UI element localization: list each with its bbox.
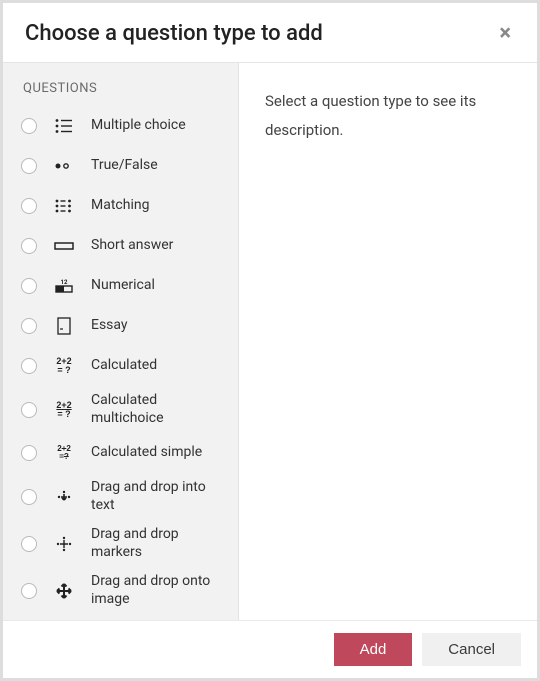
qtype-label: True/False [91, 157, 158, 175]
radio-icon[interactable] [21, 198, 37, 214]
multiple-choice-icon [53, 118, 75, 134]
qtype-true-false[interactable]: True/False [3, 146, 238, 186]
radio-icon[interactable] [21, 158, 37, 174]
drag-drop-text-icon [53, 488, 75, 506]
qtype-ddmarkers[interactable]: Drag and drop markers [3, 520, 238, 567]
calculated-multichoice-icon: 2+2= ? [53, 401, 75, 419]
add-button[interactable]: Add [334, 633, 413, 666]
radio-icon[interactable] [21, 583, 37, 599]
matching-icon [53, 198, 75, 214]
svg-text:12: 12 [61, 279, 68, 286]
qtype-multiple-choice[interactable]: Multiple choice [3, 106, 238, 146]
qtype-label: Drag and drop onto image [91, 573, 228, 608]
radio-icon[interactable] [21, 445, 37, 461]
description-placeholder: Select a question type to see its descri… [265, 87, 511, 144]
questions-heading: QUESTIONS [3, 79, 238, 106]
qtype-calculated-multichoice[interactable]: 2+2= ? Calculated multichoice [3, 386, 238, 433]
modal-header: Choose a question type to add × [3, 3, 537, 63]
qtype-label: Matching [91, 197, 149, 215]
calculated-simple-icon: 2+2=? [53, 445, 75, 461]
qtype-label: Calculated [91, 357, 157, 375]
drag-drop-markers-icon [53, 535, 75, 553]
qtype-ddimage[interactable]: Drag and drop onto image [3, 567, 238, 614]
radio-icon[interactable] [21, 238, 37, 254]
true-false-icon [53, 162, 75, 170]
qtype-label: Essay [91, 317, 128, 335]
qtype-short-answer[interactable]: Short answer [3, 226, 238, 266]
question-type-chooser-modal: Choose a question type to add × QUESTION… [0, 0, 540, 681]
radio-icon[interactable] [21, 402, 37, 418]
radio-icon[interactable] [21, 489, 37, 505]
question-type-list-pane: QUESTIONS Multiple cho [3, 63, 239, 620]
radio-icon[interactable] [21, 358, 37, 374]
qtype-label: Calculated multichoice [91, 392, 228, 427]
close-icon[interactable]: × [495, 23, 515, 45]
radio-icon[interactable] [21, 118, 37, 134]
question-type-scroll[interactable]: QUESTIONS Multiple cho [3, 63, 238, 620]
short-answer-icon [53, 241, 75, 251]
description-pane: Select a question type to see its descri… [239, 63, 537, 620]
qtype-calculated[interactable]: 2+2= ? Calculated [3, 346, 238, 386]
qtype-ddtext[interactable]: Drag and drop into text [3, 473, 238, 520]
qtype-calculated-simple[interactable]: 2+2=? Calculated simple [3, 433, 238, 473]
qtype-essay[interactable]: Essay [3, 306, 238, 346]
radio-icon[interactable] [21, 318, 37, 334]
numerical-icon: 12 [53, 278, 75, 294]
qtype-label: Numerical [91, 277, 155, 295]
modal-title: Choose a question type to add [25, 21, 495, 46]
modal-footer: Add Cancel [3, 621, 537, 678]
qtype-label: Drag and drop markers [91, 526, 228, 561]
qtype-label: Drag and drop into text [91, 479, 228, 514]
drag-drop-image-icon [53, 582, 75, 600]
modal-body: QUESTIONS Multiple cho [3, 63, 537, 621]
radio-icon[interactable] [21, 278, 37, 294]
qtype-matching[interactable]: Matching [3, 186, 238, 226]
essay-icon [53, 317, 75, 335]
calculated-icon: 2+2= ? [53, 357, 75, 375]
qtype-label: Short answer [91, 237, 173, 255]
qtype-label: Calculated simple [91, 444, 202, 462]
qtype-label: Multiple choice [91, 117, 186, 135]
cancel-button[interactable]: Cancel [422, 633, 521, 666]
qtype-numerical[interactable]: 12 Numerical [3, 266, 238, 306]
radio-icon[interactable] [21, 536, 37, 552]
